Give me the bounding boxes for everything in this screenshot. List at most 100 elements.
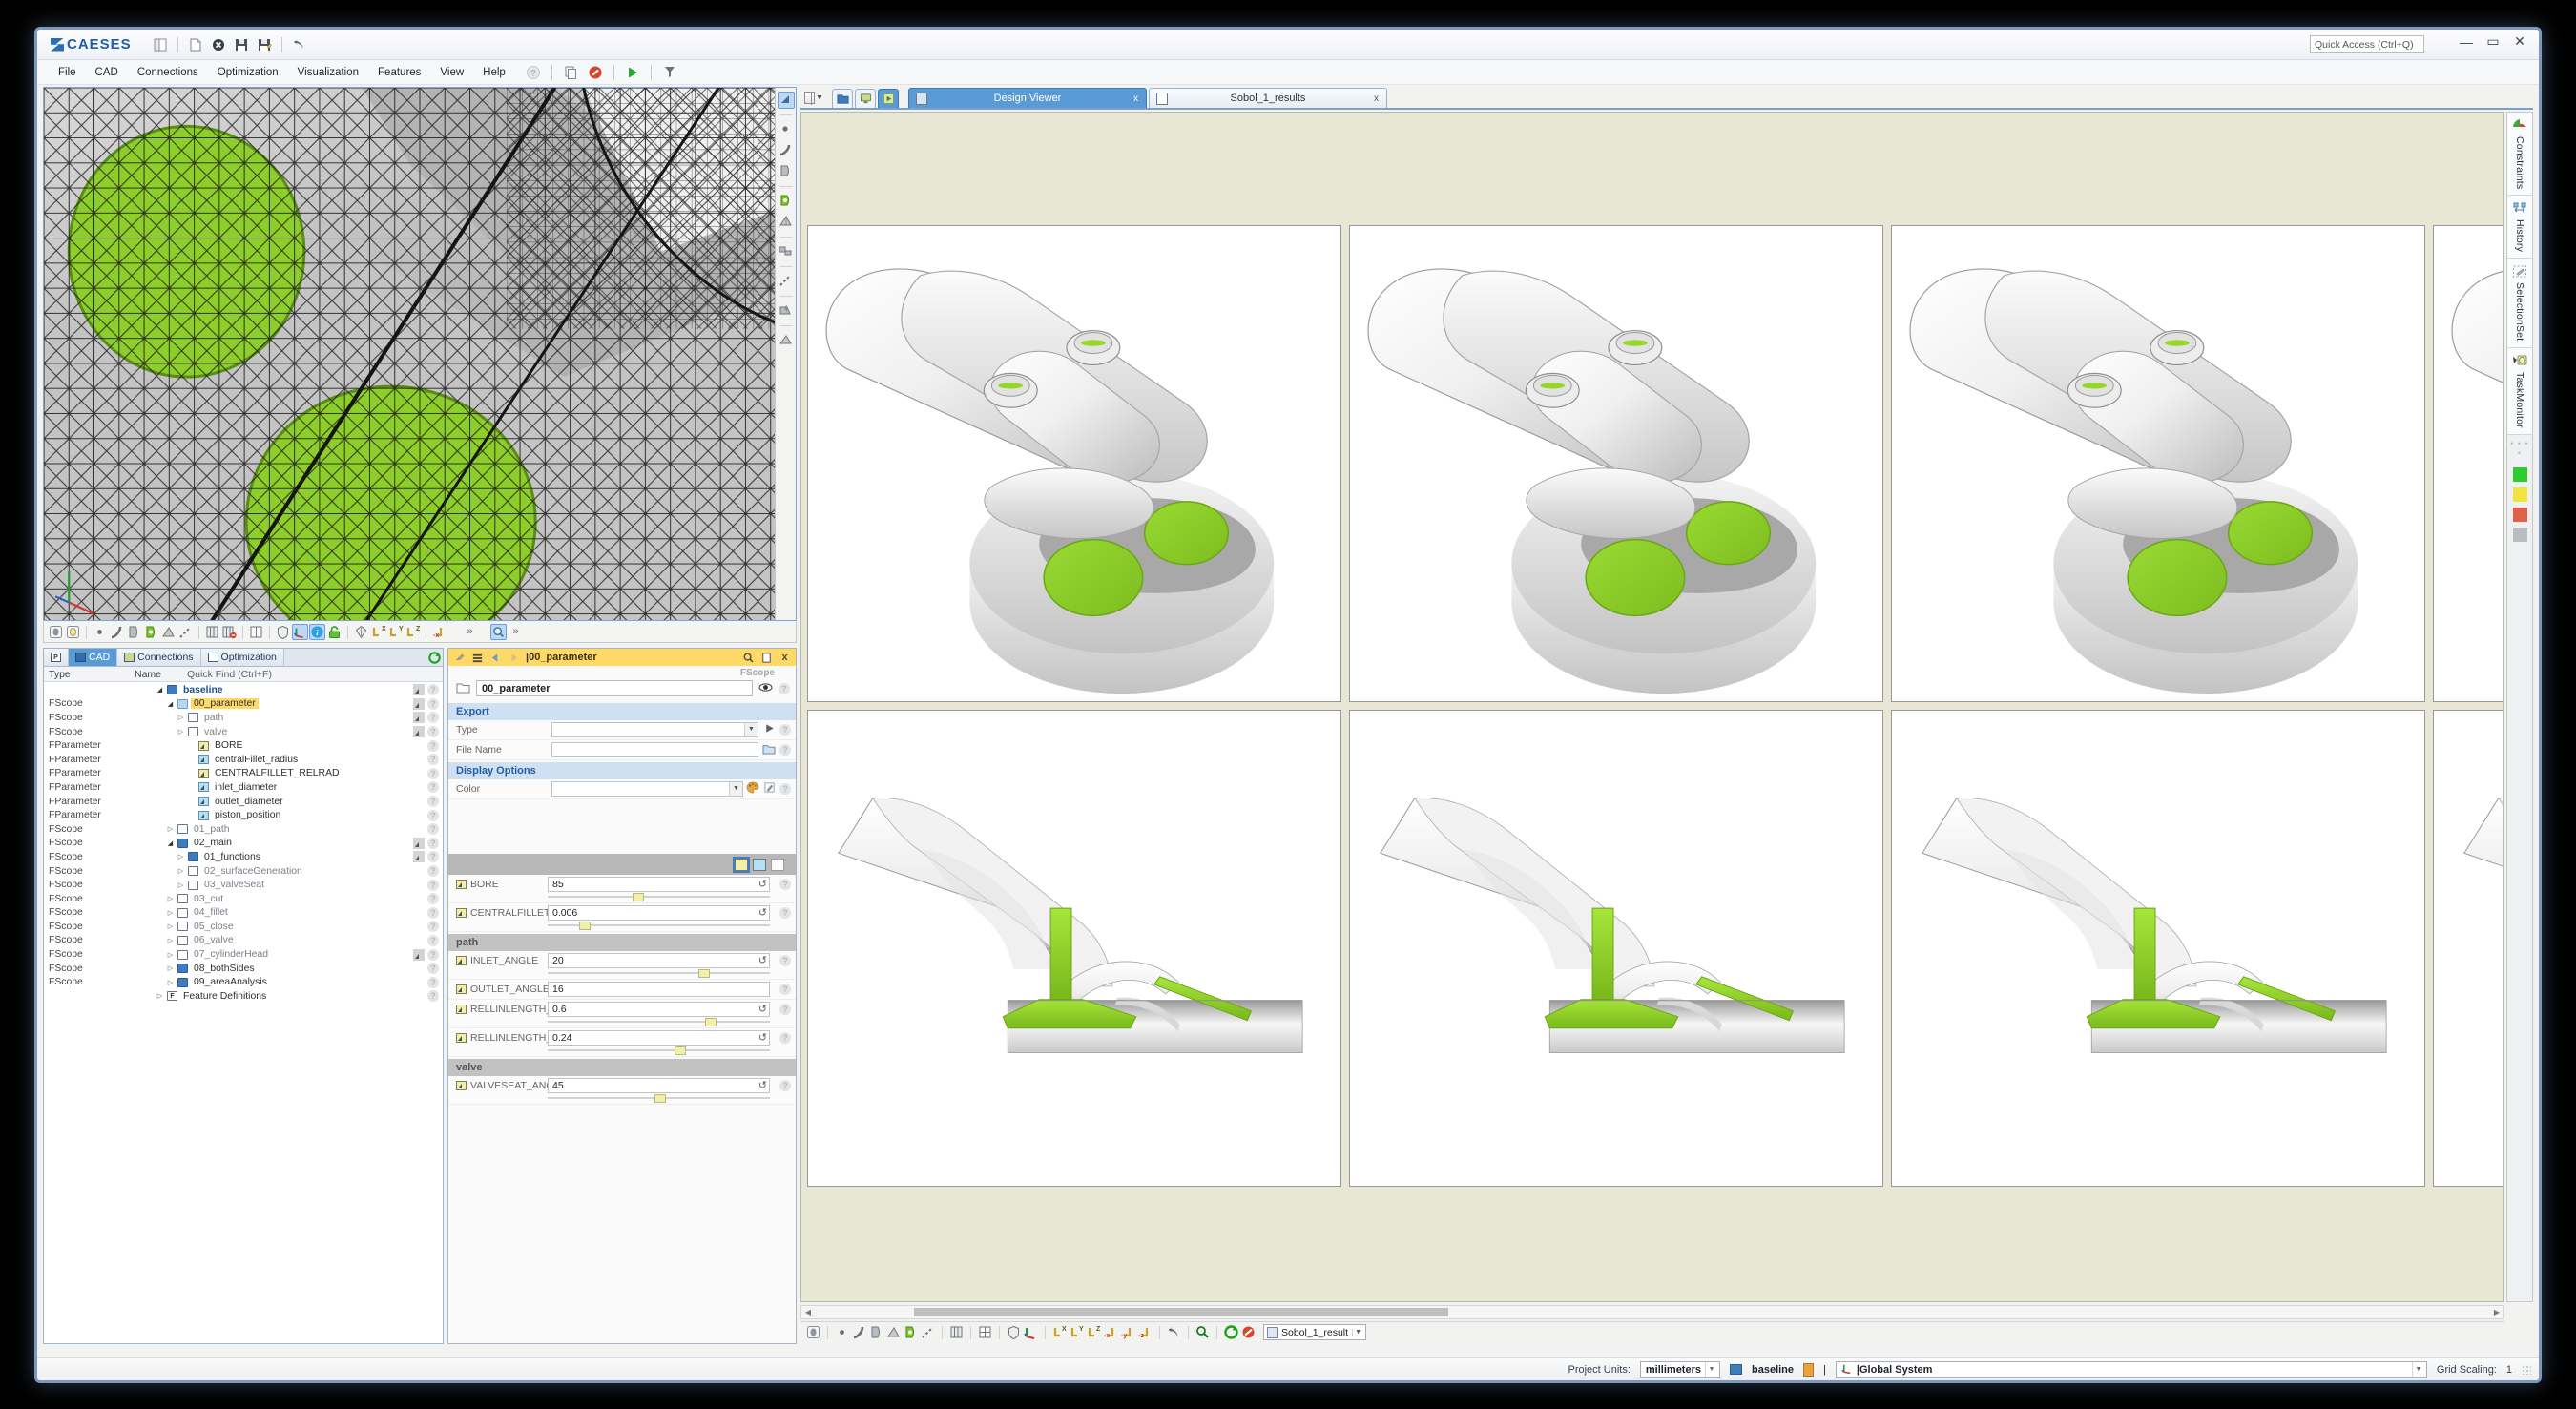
forward-arrow-icon[interactable] xyxy=(508,652,520,664)
menu-cad[interactable]: CAD xyxy=(86,64,128,81)
parameter-value-input[interactable] xyxy=(548,905,770,921)
collapse-arrow-icon[interactable]: ◢ xyxy=(166,839,175,847)
tree-row[interactable]: FScope ▷ 01_functions? xyxy=(44,850,443,864)
sections-icon[interactable] xyxy=(948,1324,965,1340)
export-type-field[interactable]: ▼ xyxy=(551,722,758,737)
slider-knob[interactable] xyxy=(654,1094,666,1103)
parameter-value-field[interactable]: ↺ xyxy=(548,1078,770,1093)
surface-icon[interactable] xyxy=(868,1324,884,1340)
help-icon[interactable]: ? xyxy=(427,796,439,808)
help-icon[interactable]: ? xyxy=(779,1004,791,1015)
param-indicator-icon[interactable] xyxy=(413,851,425,863)
help-icon[interactable]: ? xyxy=(779,1032,791,1044)
help-icon[interactable]: ? xyxy=(779,724,791,736)
help-icon[interactable]: ? xyxy=(427,990,439,1003)
menu-help[interactable]: Help xyxy=(473,64,515,81)
expand-arrow-icon[interactable]: ▷ xyxy=(177,853,185,860)
help-icon[interactable]: ? xyxy=(779,907,791,919)
scroll-thumb[interactable] xyxy=(914,1308,1448,1316)
parameter-value-field[interactable]: ↺ xyxy=(548,953,770,968)
slider-knob[interactable] xyxy=(578,922,591,930)
help-icon[interactable]: ? xyxy=(779,783,791,795)
expand-arrow-icon[interactable]: ▷ xyxy=(177,714,185,721)
parameter-value-field[interactable] xyxy=(548,982,770,997)
coord-system-combo[interactable]: |Global System ▼ xyxy=(1835,1361,2427,1378)
expand-arrow-icon[interactable]: ▷ xyxy=(166,951,175,959)
tab-connections[interactable]: Connections xyxy=(117,649,201,666)
help-icon[interactable]: ? xyxy=(779,879,791,890)
expand-arrow-icon[interactable]: ▷ xyxy=(177,728,185,736)
menu-optimization[interactable]: Optimization xyxy=(208,64,288,81)
help-icon[interactable]: ? xyxy=(779,955,791,966)
display-color-field[interactable]: ▼ xyxy=(551,781,743,797)
surface-toggle-icon[interactable] xyxy=(126,624,142,640)
parameter-value-input[interactable] xyxy=(548,982,770,997)
help-icon[interactable]: ? xyxy=(427,851,439,863)
cad-mode-icon[interactable] xyxy=(832,89,853,108)
parameter-value-input[interactable] xyxy=(548,1030,770,1046)
tab-optimization[interactable]: Optimization xyxy=(200,649,284,666)
view-x-icon[interactable]: X xyxy=(370,624,386,640)
help-icon[interactable]: ? xyxy=(779,744,791,756)
help-icon[interactable]: ? xyxy=(427,837,439,849)
design-thumbnail[interactable] xyxy=(2433,710,2503,1187)
back-arrow-icon[interactable] xyxy=(489,652,502,664)
quick-access-input[interactable]: Quick Access (Ctrl+Q) xyxy=(2310,35,2424,53)
shield-icon[interactable] xyxy=(275,624,291,640)
overflow2-icon[interactable]: » xyxy=(508,624,524,640)
param-indicator-icon[interactable] xyxy=(413,726,425,738)
rail-tab-selectionset[interactable]: SelectionSet xyxy=(2507,259,2532,348)
optimization-mode-icon[interactable] xyxy=(878,89,899,108)
overflow-icon[interactable]: » xyxy=(462,624,478,640)
help-icon[interactable]: ? xyxy=(525,64,542,81)
tree-row[interactable]: FParameter piston_position? xyxy=(44,808,443,822)
new-document-icon[interactable] xyxy=(187,36,204,53)
parameter-slider[interactable] xyxy=(548,1046,770,1055)
plane-toggle-icon[interactable] xyxy=(160,624,177,640)
tree-row[interactable]: ◢ baseline? xyxy=(44,683,443,697)
folder-icon[interactable] xyxy=(762,743,776,757)
run-icon[interactable] xyxy=(763,722,776,737)
pin-icon[interactable] xyxy=(453,652,466,664)
eye-icon[interactable] xyxy=(758,682,773,695)
save-as-icon[interactable] xyxy=(256,36,273,53)
collapse-arrow-icon[interactable]: ◢ xyxy=(156,686,164,694)
connections-mode-icon[interactable] xyxy=(855,89,876,108)
parameter-slider[interactable] xyxy=(548,893,770,901)
tree-row[interactable]: FScope ▷ valve? xyxy=(44,725,443,739)
tab-sobol-results[interactable]: Sobol_1_results x xyxy=(1149,88,1387,108)
mesh-icon[interactable] xyxy=(778,214,795,231)
polyline-icon[interactable] xyxy=(920,1324,936,1340)
menu-features[interactable]: Features xyxy=(368,64,430,81)
help-icon[interactable]: ? xyxy=(427,879,439,891)
stop-icon[interactable] xyxy=(587,64,604,81)
tree-row[interactable]: ▷ F Feature Definitions? xyxy=(44,989,443,1004)
tab-properties[interactable]: P xyxy=(44,649,69,666)
help-icon[interactable]: ? xyxy=(427,893,439,905)
mesh-icon[interactable] xyxy=(885,1324,902,1340)
tree-row[interactable]: FScope ▷ 05_close? xyxy=(44,920,443,934)
help-icon[interactable]: ? xyxy=(427,976,439,988)
view-minus-x-icon[interactable]: -x xyxy=(431,624,447,640)
help-icon[interactable]: ? xyxy=(779,682,790,694)
help-icon[interactable]: ? xyxy=(427,963,439,975)
help-icon[interactable]: ? xyxy=(427,934,439,946)
tree-row[interactable]: FScope ▷ path? xyxy=(44,711,443,725)
axes-icon[interactable] xyxy=(292,624,308,640)
surface-icon[interactable] xyxy=(778,163,795,180)
close-icon[interactable]: x xyxy=(779,652,791,664)
restore-button[interactable]: ▭ xyxy=(2485,33,2501,50)
view-y-icon[interactable]: Y xyxy=(387,624,404,640)
help-icon[interactable]: ? xyxy=(427,754,439,766)
parameter-value-field[interactable]: ↺ xyxy=(548,905,770,921)
rail-tab-history[interactable]: History xyxy=(2507,196,2532,259)
expand-arrow-icon[interactable]: ▷ xyxy=(166,979,175,986)
tree-row[interactable]: FParameter BORE? xyxy=(44,738,443,753)
tree-rows-container[interactable]: ◢ baseline? FScope ◢ 00_parameter? FScope ▷ pat… xyxy=(44,683,443,1343)
solid-green-icon[interactable] xyxy=(903,1324,919,1340)
highlight-icon[interactable] xyxy=(65,624,81,640)
help-icon[interactable]: ? xyxy=(427,865,439,878)
sections-icon[interactable] xyxy=(204,624,220,640)
close-icon[interactable]: x xyxy=(1133,93,1138,104)
feature-icon[interactable] xyxy=(778,243,795,260)
